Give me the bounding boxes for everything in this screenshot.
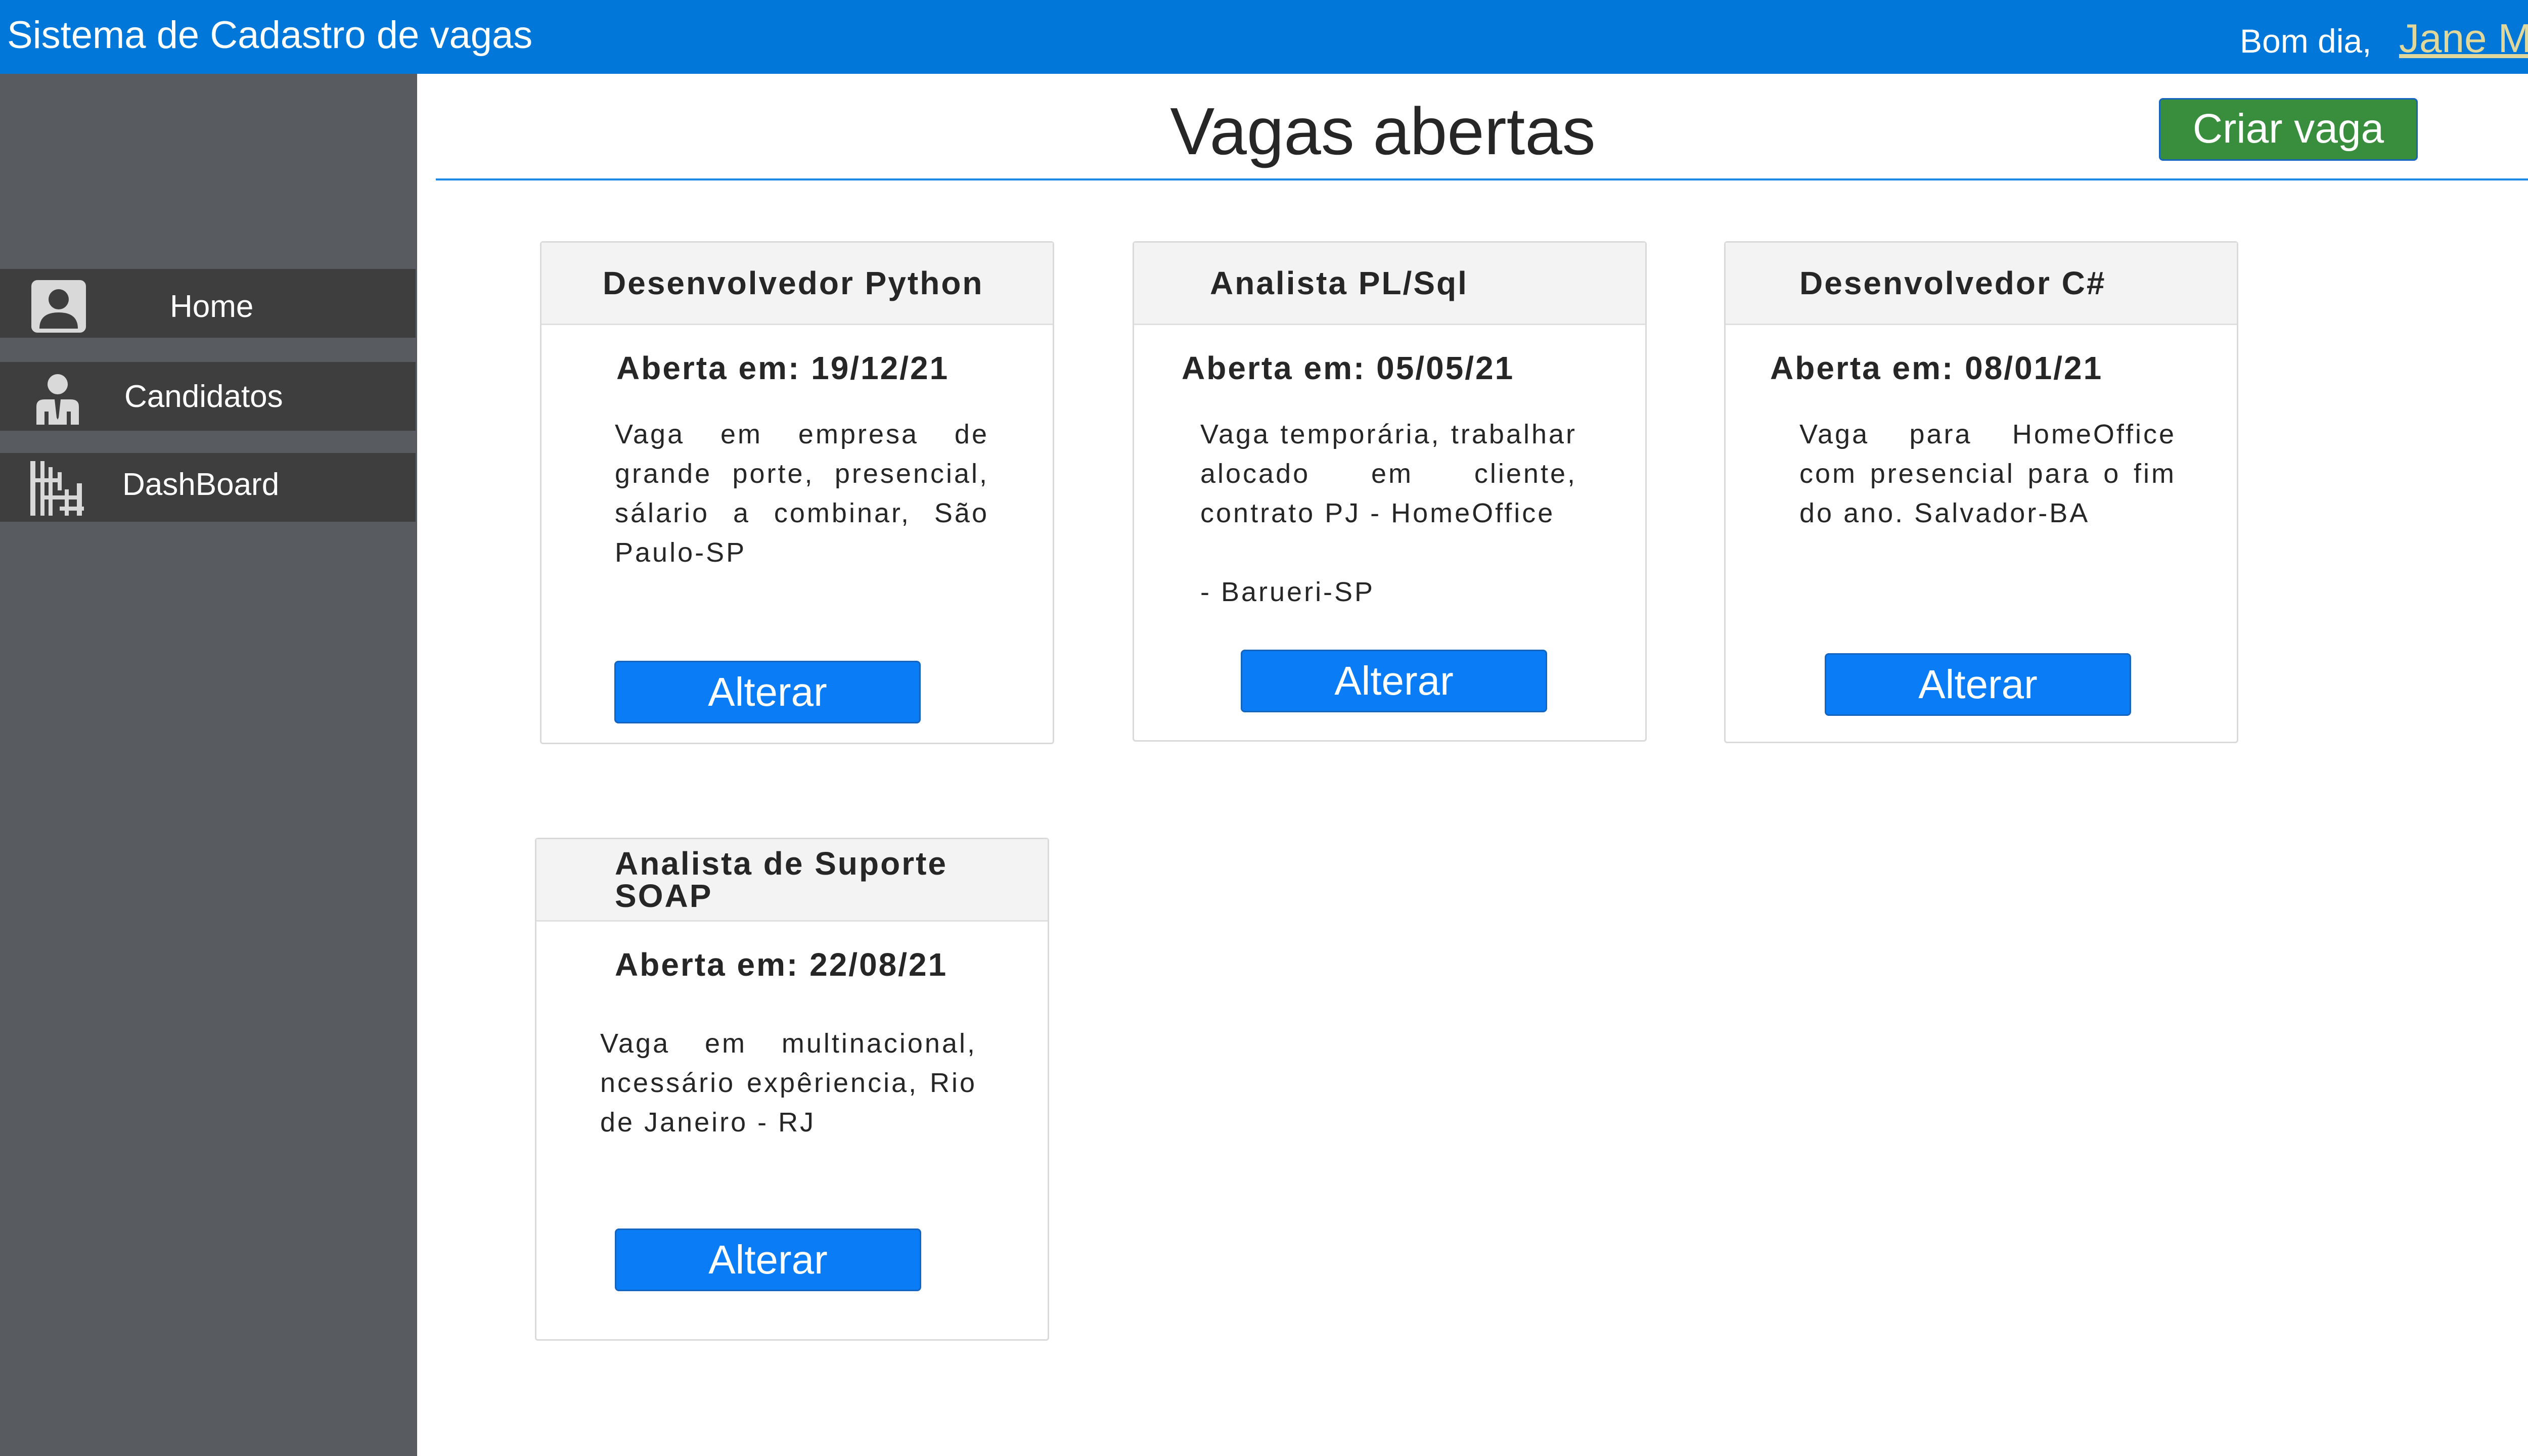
- sidebar-item-candidatos[interactable]: Candidatos: [0, 362, 416, 431]
- job-date: Aberta em: 19/12/21: [616, 350, 950, 386]
- edit-job-button[interactable]: Alterar: [614, 661, 921, 723]
- job-description: Vaga em multinacional, ncessário expêrie…: [600, 1028, 977, 1138]
- job-card-header: Desenvolvedor Python: [541, 243, 1053, 325]
- sidebar: Home Candidatos DashBoard: [0, 74, 417, 1456]
- job-card: Analista PL/Sql Aberta em: 05/05/21 Vaga…: [1133, 241, 1647, 742]
- job-title: Desenvolvedor C#: [1799, 265, 2106, 301]
- job-card: Desenvolvedor C# Aberta em: 08/01/21 Vag…: [1724, 241, 2238, 743]
- user-name-link[interactable]: Jane Mary: [2399, 18, 2528, 59]
- sidebar-item-dashboard[interactable]: DashBoard: [0, 453, 416, 522]
- job-description-location: - Barueri-SP: [1200, 577, 1375, 607]
- person-icon: [36, 374, 79, 425]
- job-description: Vaga em empresa de grande porte, presenc…: [615, 419, 989, 568]
- page-title: Vagas abertas: [1170, 94, 1596, 168]
- edit-job-button[interactable]: Alterar: [1241, 650, 1547, 712]
- app-title: Sistema de Cadastro de vagas: [7, 14, 533, 57]
- sidebar-item-label: Candidatos: [124, 379, 283, 414]
- title-divider: [436, 178, 2528, 180]
- edit-job-button[interactable]: Alterar: [1825, 653, 2131, 716]
- job-date: Aberta em: 22/08/21: [615, 946, 948, 983]
- user-card-icon: [31, 280, 86, 333]
- job-card-header: Analista PL/Sql: [1134, 243, 1645, 325]
- job-date: Aberta em: 05/05/21: [1182, 350, 1515, 386]
- job-title: Analista de Suporte SOAP: [615, 845, 947, 914]
- sidebar-item-home[interactable]: Home: [0, 269, 416, 338]
- job-card: Desenvolvedor Python Aberta em: 19/12/21…: [540, 241, 1054, 744]
- dashboard-icon: [30, 461, 84, 516]
- job-description: Vaga para HomeOffice com presencial para…: [1799, 419, 2176, 528]
- job-card: Analista de Suporte SOAP Aberta em: 22/0…: [535, 838, 1049, 1341]
- job-title: Analista PL/Sql: [1210, 265, 1468, 301]
- greeting-text: Bom dia,: [2240, 22, 2372, 60]
- job-card-header: Analista de Suporte SOAP: [536, 839, 1048, 922]
- top-bar: Sistema de Cadastro de vagas Bom dia, Ja…: [0, 0, 2528, 74]
- sidebar-item-label: DashBoard: [122, 467, 280, 502]
- job-title: Desenvolvedor Python: [603, 265, 984, 301]
- create-job-button[interactable]: Criar vaga: [2159, 98, 2418, 161]
- sidebar-item-label: Home: [170, 289, 254, 324]
- job-description: Vaga temporária, trabalhar alocado em cl…: [1200, 419, 1577, 528]
- job-date: Aberta em: 08/01/21: [1770, 350, 2103, 386]
- edit-job-button[interactable]: Alterar: [615, 1228, 921, 1291]
- job-card-header: Desenvolvedor C#: [1726, 243, 2237, 325]
